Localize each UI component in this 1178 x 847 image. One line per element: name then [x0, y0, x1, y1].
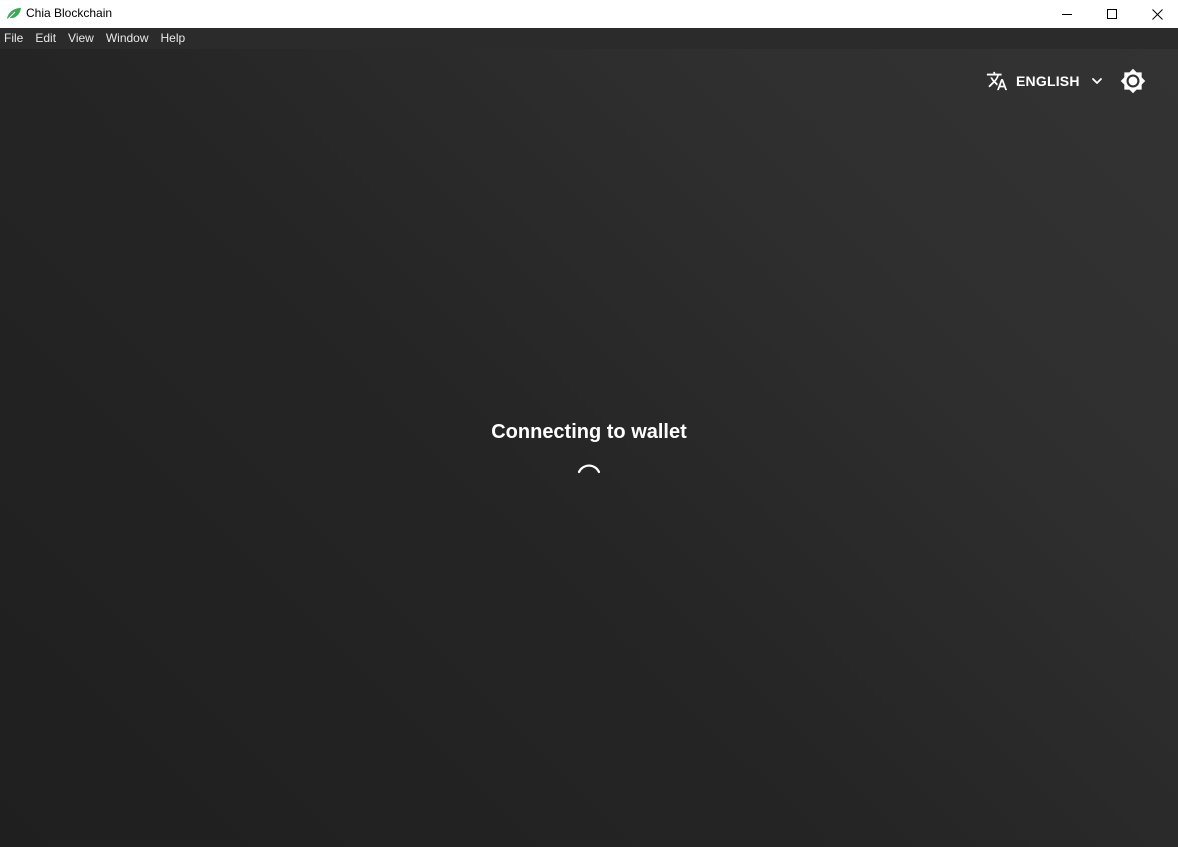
title-bar: Chia Blockchain [0, 0, 1178, 28]
menu-bar: File Edit View Window Help [0, 28, 1178, 49]
maximize-icon [1107, 9, 1117, 19]
language-label: ENGLISH [1016, 73, 1080, 89]
menu-edit[interactable]: Edit [29, 28, 62, 49]
chevron-down-icon [1091, 78, 1102, 84]
window-title: Chia Blockchain [26, 6, 113, 20]
chia-leaf-icon [6, 8, 21, 21]
menu-view[interactable]: View [62, 28, 100, 49]
menu-window[interactable]: Window [100, 28, 155, 49]
minimize-icon [1062, 14, 1072, 15]
translate-icon [986, 71, 1008, 91]
spinner-icon [577, 464, 601, 474]
brightness-icon[interactable] [1120, 68, 1146, 94]
close-icon [1151, 8, 1163, 20]
connection-status-title: Connecting to wallet [491, 421, 687, 443]
minimize-button[interactable] [1044, 0, 1090, 28]
app-window: Chia Blockchain File Edit View Window He… [0, 0, 1178, 847]
main-content: ENGLISH Connecting to wallet [0, 49, 1178, 847]
close-button[interactable] [1134, 0, 1178, 28]
language-selector[interactable]: ENGLISH [986, 68, 1104, 94]
menu-file[interactable]: File [0, 28, 29, 49]
maximize-button[interactable] [1089, 0, 1135, 28]
menu-help[interactable]: Help [155, 28, 192, 49]
